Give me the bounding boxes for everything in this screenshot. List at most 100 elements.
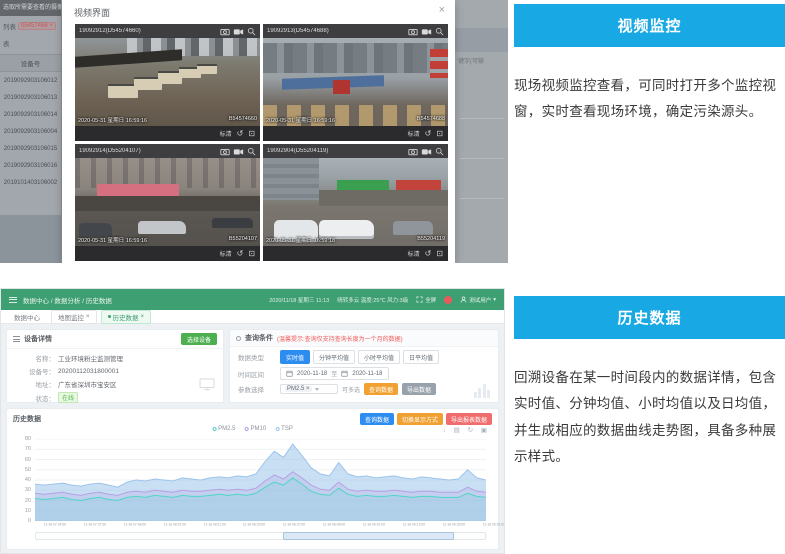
- snapshot-icon[interactable]: [408, 147, 418, 156]
- x-tick-label: 11-18 08:01:00: [164, 523, 186, 526]
- quality-toggle[interactable]: 标清: [220, 249, 232, 258]
- fullscreen-icon[interactable]: ⊡: [436, 130, 443, 138]
- record-icon[interactable]: [421, 27, 432, 36]
- camera-sidebar: 选取所需要查看的摄像头 列表 05457466 × 表 设备号 20190929…: [0, 0, 62, 263]
- device-row[interactable]: 2019092903106016: [0, 157, 61, 174]
- tab-item-1[interactable]: 地图监控×: [51, 310, 97, 324]
- query-tip: (温馨提示:查询仅支持查询长度为一个月的数据): [277, 334, 403, 343]
- device-row[interactable]: 2019092903106014: [0, 106, 61, 123]
- data-type-option-0[interactable]: 实时值: [280, 350, 310, 364]
- chart-panel-title: 历史数据: [13, 414, 41, 424]
- data-type-option-3[interactable]: 日平均值: [403, 350, 439, 364]
- export-data-button[interactable]: 导出数据: [402, 383, 436, 395]
- camera-feed: 2020-05-31 星期日 16:59:16 B54574688: [263, 38, 448, 126]
- zoom-icon[interactable]: [435, 27, 444, 36]
- detail-icon: [13, 335, 20, 343]
- y-tick-label: 10: [25, 508, 31, 514]
- device-row[interactable]: 2019092903106013: [0, 89, 61, 106]
- legend-label: TSP: [281, 426, 293, 432]
- feature-title-banner: 历史数据: [514, 296, 785, 339]
- replay-icon[interactable]: ↺: [237, 250, 244, 258]
- calendar-icon: [286, 370, 293, 377]
- data-type-option-1[interactable]: 分钟平均值: [313, 350, 355, 364]
- background-table-strip: 键字(可输: [455, 0, 508, 263]
- chart-button-1[interactable]: 切换显示方式: [397, 413, 443, 425]
- tab-close-icon[interactable]: ×: [86, 314, 90, 320]
- record-icon[interactable]: [421, 147, 432, 156]
- fullscreen-icon[interactable]: ⊡: [436, 250, 443, 258]
- fullscreen-icon[interactable]: ⊡: [248, 130, 255, 138]
- quality-toggle[interactable]: 标清: [408, 129, 420, 138]
- camera-feed: 2020-05-31 星期日 16:59:16 B54574660: [75, 38, 260, 126]
- camera-label: 19092914(D55204107): [79, 148, 217, 154]
- chart-toolbox-icons[interactable]: ↓ ▤ ↻ ▣: [443, 426, 490, 434]
- video-modal: 视频界面 × 19092912(D54574660) 2020-05-31 星期: [62, 0, 455, 263]
- notification-badge[interactable]: [444, 296, 452, 304]
- param-select[interactable]: PM2.5 ×: [280, 384, 338, 394]
- device-field-row: 设备号：20200112031800001: [15, 366, 215, 376]
- time-range-label: 时间区间: [238, 369, 276, 379]
- quality-toggle[interactable]: 标清: [408, 249, 420, 258]
- fullscreen-icon[interactable]: ⊡: [248, 250, 255, 258]
- select-device-button[interactable]: 选择设备: [181, 333, 217, 345]
- history-chart-panel: 历史数据 查询数据切换显示方式导出报表数据 ↓ ▤ ↻ ▣ PM2.5 PM10 T…: [6, 408, 499, 550]
- device-row[interactable]: 2019092903106004: [0, 123, 61, 140]
- chart-button-0[interactable]: 查询数据: [360, 413, 394, 425]
- device-column-header: 设备号: [0, 54, 61, 72]
- datazoom-slider[interactable]: [35, 532, 486, 540]
- x-tick-label: 11-18 09:01:00: [363, 523, 385, 526]
- replay-icon[interactable]: ↺: [425, 130, 432, 138]
- tab-close-icon[interactable]: ×: [141, 314, 145, 320]
- close-icon[interactable]: ×: [439, 4, 445, 16]
- monitor-icon: [199, 378, 215, 396]
- x-tick-label: 11-18 07:48:00: [124, 523, 146, 526]
- device-field-row: 名称：工业环境粉尘监测管理: [15, 353, 215, 363]
- date-end: 2020-11-18: [352, 371, 382, 377]
- tab-item-2[interactable]: 历史数据×: [101, 310, 152, 324]
- x-tick-label: 11-18 07:24:00: [44, 523, 66, 526]
- quality-toggle[interactable]: 标清: [220, 129, 232, 138]
- user-menu[interactable]: 测试用户 ▾: [460, 296, 496, 304]
- record-icon[interactable]: [233, 27, 244, 36]
- replay-icon[interactable]: ↺: [425, 250, 432, 258]
- osd-code: B55204107: [229, 236, 257, 244]
- zoom-icon[interactable]: [247, 147, 256, 156]
- legend-marker: [275, 427, 279, 431]
- zoom-icon[interactable]: [247, 27, 256, 36]
- legend-item[interactable]: PM2.5: [212, 426, 235, 432]
- device-row[interactable]: 2019092903106015: [0, 140, 61, 157]
- snapshot-icon[interactable]: [408, 27, 418, 36]
- chart-button-2[interactable]: 导出报表数据: [446, 413, 492, 425]
- selected-camera-tag[interactable]: 05457466 ×: [18, 22, 56, 30]
- query-panel-title: 查询条件: [245, 333, 273, 343]
- device-field-row: 地址：广东省深圳市宝安区: [15, 379, 215, 389]
- record-icon[interactable]: [233, 147, 244, 156]
- zoom-icon[interactable]: [435, 147, 444, 156]
- legend-item[interactable]: TSP: [275, 426, 293, 432]
- date-range-input[interactable]: 2020-11-18 至 2020-11-18: [280, 367, 389, 380]
- query-data-button[interactable]: 查询数据: [364, 383, 398, 395]
- page: 选取所需要查看的摄像头 列表 05457466 × 表 设备号 20190929…: [0, 0, 785, 554]
- y-tick-label: 30: [25, 487, 31, 493]
- device-row[interactable]: 2019092903106012: [0, 72, 61, 89]
- calendar-icon: [341, 370, 348, 377]
- chart-action-buttons: 查询数据切换显示方式导出报表数据: [360, 413, 492, 425]
- tab-item-0[interactable]: 数据中心: [7, 310, 47, 324]
- fullscreen-button[interactable]: 全屏: [416, 296, 436, 304]
- legend-label: PM10: [250, 426, 266, 432]
- legend-item[interactable]: PM10: [244, 426, 266, 432]
- datazoom-handle[interactable]: [283, 532, 454, 540]
- app-topbar: 数据中心 / 数据分析 / 历史数据 2020/11/18 星期三 11:13 …: [1, 289, 504, 310]
- tab-label: 历史数据: [113, 312, 139, 322]
- snapshot-icon[interactable]: [220, 27, 230, 36]
- legend-marker: [212, 427, 216, 431]
- camera-grid: 19092912(D54574660) 2020-05-31 星期日 16:59…: [75, 24, 448, 261]
- snapshot-icon[interactable]: [220, 147, 230, 156]
- date-separator: 至: [331, 369, 337, 378]
- replay-icon[interactable]: ↺: [237, 130, 244, 138]
- camera-tile-3: 19092914(D55204107) 2020-05-31 星期日 16:59…: [75, 144, 260, 261]
- data-type-option-2[interactable]: 小时平均值: [358, 350, 400, 364]
- device-row[interactable]: 2019101403106002: [0, 174, 61, 191]
- menu-icon[interactable]: [9, 295, 17, 304]
- y-tick-label: 0: [28, 518, 31, 524]
